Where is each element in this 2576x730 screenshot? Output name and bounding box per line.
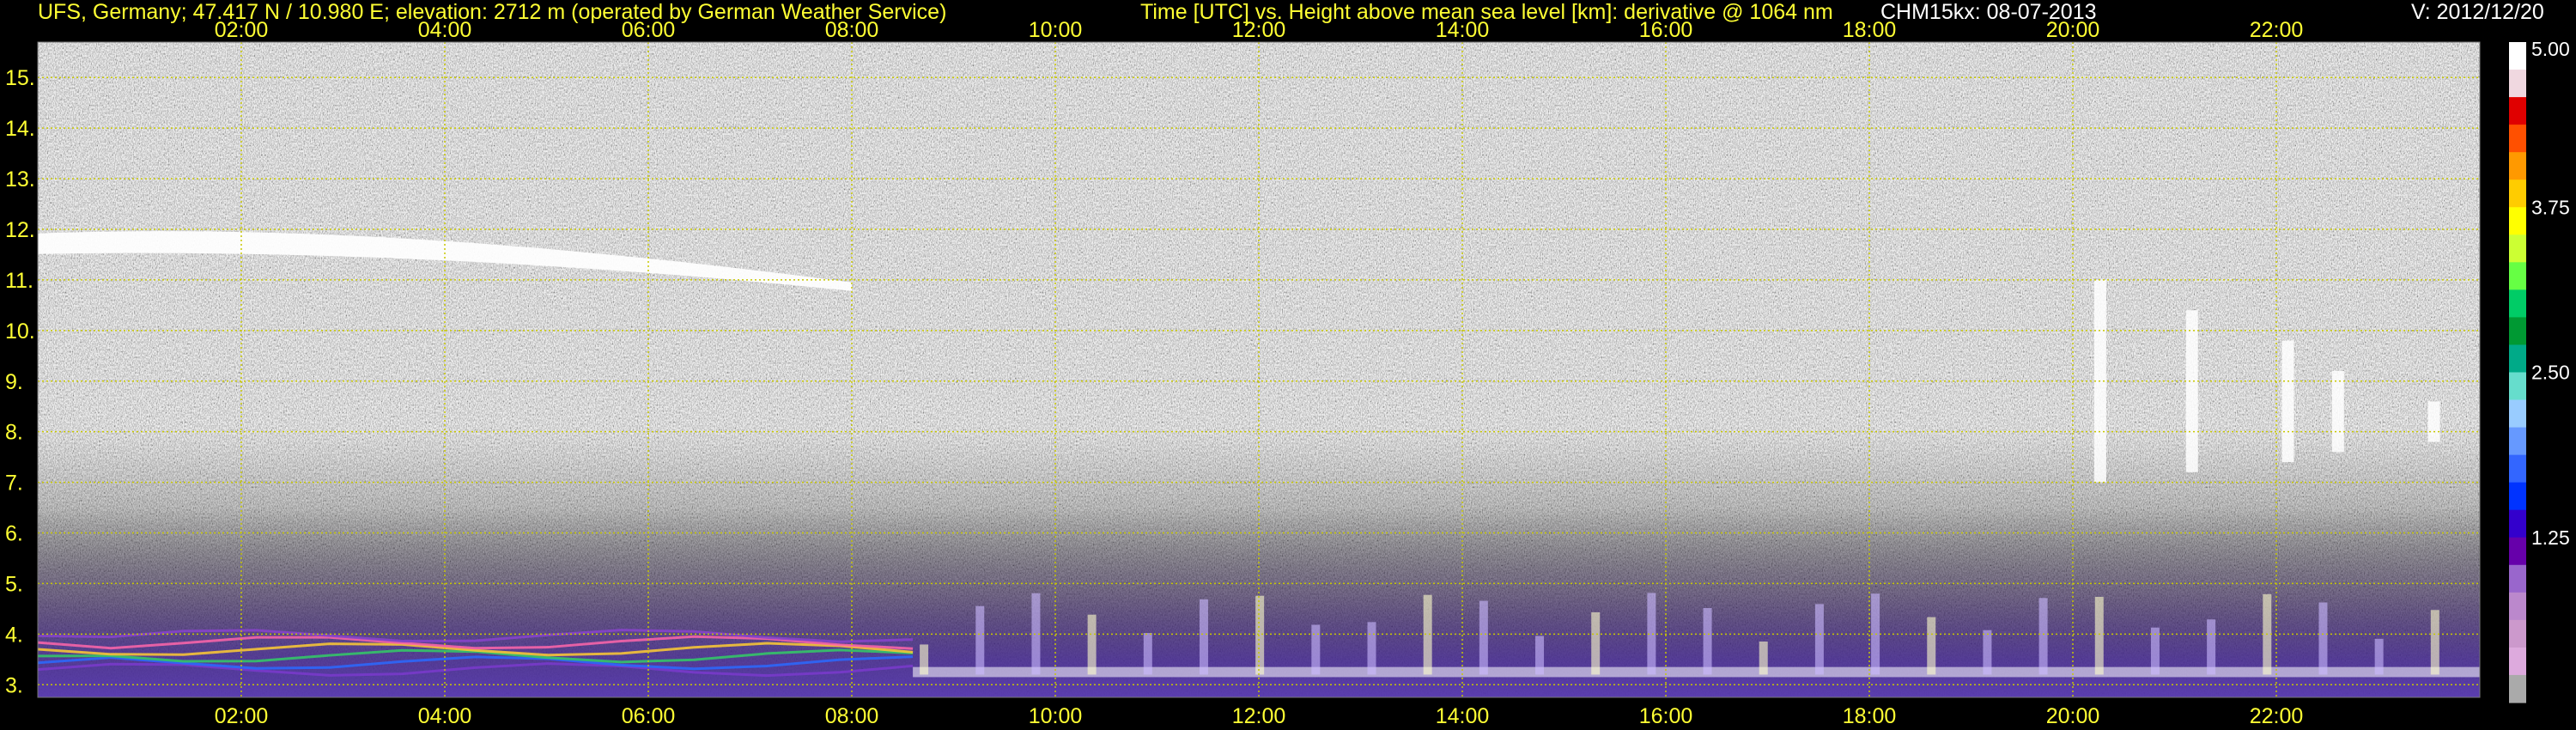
y-tick-label: 3. [5, 673, 23, 697]
x-tick-label-top: 10:00 [1029, 18, 1083, 42]
colorbar-segment [2509, 70, 2526, 98]
y-tick-label: 8. [5, 421, 23, 445]
x-tick-label-bottom: 04:00 [418, 704, 472, 728]
y-tick-label: 12. [5, 218, 35, 242]
ceilometer-chart: UFS, Germany; 47.417 N / 10.980 E; eleva… [5, 0, 2570, 728]
x-tick-label-bottom: 18:00 [1843, 704, 1897, 728]
convective-cloud-mark [1759, 641, 1768, 675]
colorbar-segment [2509, 234, 2526, 263]
colorbar-segment [2509, 482, 2526, 511]
convective-cloud-mark [1591, 611, 1601, 675]
y-tick-label: 7. [5, 471, 23, 496]
x-tick-label-top: 22:00 [2250, 18, 2304, 42]
convective-cloud-mark [1703, 607, 1712, 675]
x-tick-label-bottom: 12:00 [1232, 704, 1286, 728]
y-tick-label: 11. [5, 269, 33, 293]
colorbar-segment [2509, 592, 2526, 621]
convective-cloud-mark [1927, 617, 1936, 675]
y-tick-label: 4. [5, 623, 23, 647]
convective-cloud-mark [1087, 614, 1097, 675]
x-tick-label-top: 12:00 [1232, 18, 1286, 42]
convective-cloud-mark [2374, 638, 2384, 675]
y-tick-label: 5. [5, 572, 23, 596]
convective-cloud-mark [2430, 610, 2439, 675]
high-cloud-mark [2427, 401, 2440, 442]
convective-cloud-mark [1143, 633, 1152, 675]
x-tick-label-top: 20:00 [2046, 18, 2100, 42]
y-tick-label: 13. [5, 167, 35, 192]
colorbar-segment [2509, 647, 2526, 676]
convective-cloud-mark [2318, 602, 2328, 675]
convective-cloud-mark [1814, 604, 1824, 675]
colorbar-segment [2509, 262, 2526, 290]
colorbar-segment [2509, 207, 2526, 235]
x-tick-label-top: 04:00 [418, 18, 472, 42]
y-axis: 3. 4. 5. 6. 7. 8. 9. 10. 11. 12. 13. 14. 15. [5, 66, 35, 697]
convective-cloud-mark [1199, 599, 1208, 675]
x-tick-label-bottom: 16:00 [1639, 704, 1693, 728]
colorbar-segment [2509, 42, 2526, 70]
x-tick-label-bottom: 20:00 [2046, 704, 2100, 728]
x-tick-label-top: 14:00 [1436, 18, 1490, 42]
colorbar-segment [2509, 619, 2526, 648]
colorbar-segment [2509, 564, 2526, 593]
plot-area [37, 41, 2481, 698]
convective-cloud-mark [2038, 598, 2048, 675]
colorbar-segment [2509, 674, 2526, 703]
y-tick-label: 9. [5, 370, 23, 394]
convective-cloud-mark [975, 605, 985, 675]
x-tick-label-top: 02:00 [215, 18, 269, 42]
colorbar-segment [2509, 289, 2526, 319]
high-cloud-mark [2185, 310, 2198, 472]
convective-cloud-mark [920, 644, 929, 675]
convective-cloud-mark [1535, 636, 1545, 675]
colorbar-segment [2509, 399, 2526, 429]
colorbar-segment [2509, 152, 2526, 180]
colorbar-labels: 5.00 3.75 2.50 1.25 [2531, 38, 2570, 549]
colorbar-tick-label: 2.50 [2531, 362, 2570, 384]
station-info: UFS, Germany; 47.417 N / 10.980 E; eleva… [38, 0, 946, 24]
y-tick-label: 14. [5, 117, 35, 141]
x-tick-label-bottom: 02:00 [215, 704, 269, 728]
high-cloud-mark [2281, 340, 2294, 463]
colorbar [2509, 42, 2526, 703]
x-tick-label-top: 18:00 [1843, 18, 1897, 42]
colorbar-segment [2509, 454, 2526, 484]
colorbar-segment [2509, 537, 2526, 566]
x-tick-label-top: 08:00 [825, 18, 879, 42]
x-tick-label-top: 06:00 [622, 18, 676, 42]
x-tick-label-bottom: 22:00 [2250, 704, 2304, 728]
x-tick-label-bottom: 08:00 [825, 704, 879, 728]
y-tick-label: 15. [5, 66, 35, 90]
colorbar-tick-label: 5.00 [2531, 38, 2570, 60]
x-axis-bottom: 02:00 04:00 06:00 08:00 10:00 12:00 14:00 16:00… [215, 704, 2304, 728]
x-tick-label-top: 16:00 [1639, 18, 1693, 42]
colorbar-segment [2509, 509, 2526, 538]
convective-cloud-mark [2207, 619, 2216, 675]
colorbar-tick-label: 3.75 [2531, 196, 2570, 218]
x-tick-label-bottom: 14:00 [1436, 704, 1490, 728]
x-tick-label-bottom: 06:00 [622, 704, 676, 728]
convective-cloud-mark [1255, 595, 1265, 675]
convective-cloud-mark [1479, 600, 1488, 675]
colorbar-segment [2509, 372, 2526, 401]
convective-cloud-mark [1311, 624, 1321, 675]
colorbar-segment [2509, 317, 2526, 346]
colorbar-segment [2509, 344, 2526, 374]
convective-cloud-mark [1983, 630, 1992, 675]
colorbar-segment [2509, 97, 2526, 125]
colorbar-tick-label: 1.25 [2531, 526, 2570, 549]
convective-cloud-mark [2094, 596, 2104, 675]
colorbar-segment [2509, 125, 2526, 153]
y-tick-label: 6. [5, 522, 23, 546]
y-tick-label: 10. [5, 319, 35, 344]
version-label: V: 2012/12/20 [2411, 0, 2544, 24]
colorbar-segment [2509, 427, 2526, 456]
colorbar-segment [2509, 179, 2526, 208]
high-cloud-mark [2331, 370, 2344, 453]
convective-cloud-mark [1367, 622, 1376, 675]
x-tick-label-bottom: 10:00 [1029, 704, 1083, 728]
